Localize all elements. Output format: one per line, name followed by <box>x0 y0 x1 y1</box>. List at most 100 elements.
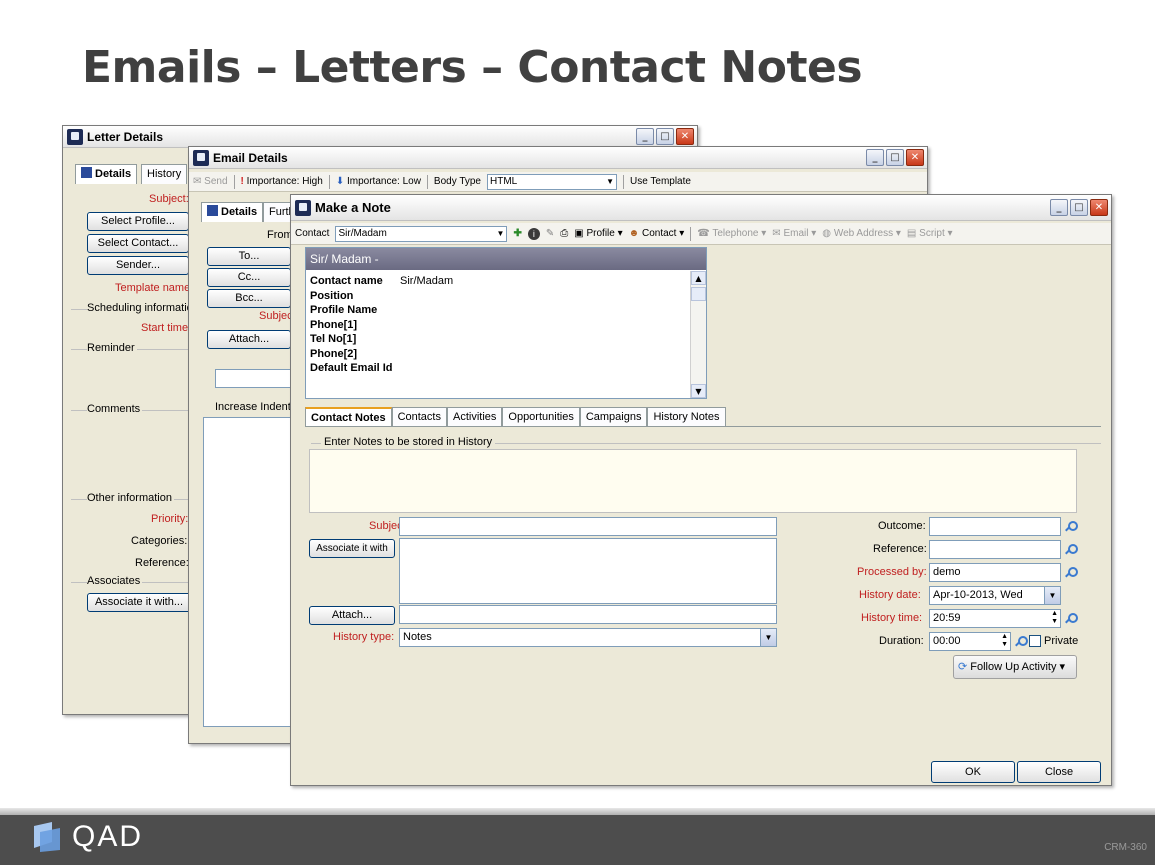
chevron-down-icon: ▼ <box>496 228 505 238</box>
make-a-note-titlebar: Make a Note _ □ ✕ <box>291 195 1111 221</box>
contact-select[interactable]: Sir/Madam ▼ <box>335 225 508 242</box>
tab-history-notes[interactable]: History Notes <box>647 407 726 427</box>
history-time-field[interactable]: 20:59 ▲ ▼ <box>929 609 1061 628</box>
duration-field[interactable]: 00:00 ▲ ▼ <box>929 632 1011 651</box>
note-attach-button[interactable]: Attach... <box>309 606 395 625</box>
maximize-button[interactable]: □ <box>656 128 674 145</box>
close-dialog-button[interactable]: Close <box>1017 761 1101 783</box>
follow-up-activity-button[interactable]: ⟳ Follow Up Activity ▾ <box>953 655 1077 679</box>
send-button[interactable]: ✉ Send <box>193 176 228 187</box>
history-type-select[interactable]: Notes ▼ <box>399 628 777 647</box>
outcome-field[interactable] <box>929 517 1061 536</box>
priority-label: Priority: <box>151 513 189 525</box>
body-type-select[interactable]: HTML ▼ <box>487 173 617 190</box>
duration-lookup-icon[interactable] <box>1015 636 1028 647</box>
letter-tab-history[interactable]: History <box>141 164 188 184</box>
email-tab-details[interactable]: Details <box>201 202 264 222</box>
cc-button[interactable]: Cc... <box>207 268 291 287</box>
letter-associate-button[interactable]: Associate it with... <box>87 593 191 612</box>
reference-field[interactable] <box>929 540 1061 559</box>
make-a-note-window: Make a Note _ □ ✕ Contact Sir/Madam ▼ ✚ i… <box>290 194 1112 786</box>
profile-menu[interactable]: ▣ Profile ▾ <box>574 228 622 239</box>
qad-logo-icon <box>30 820 64 854</box>
tab-opportunities[interactable]: Opportunities <box>502 407 580 427</box>
scroll-up-icon[interactable]: ▲ <box>691 271 706 285</box>
private-checkbox[interactable] <box>1029 635 1041 647</box>
chevron-down-icon: ▼ <box>760 629 776 646</box>
history-time-label: History time: <box>861 612 923 624</box>
outcome-lookup-icon[interactable] <box>1065 521 1078 532</box>
contact-field-row: Default Email Id <box>310 362 393 374</box>
email-body-editor[interactable] <box>203 417 291 727</box>
maximize-button[interactable]: □ <box>1070 199 1088 216</box>
letter-details-title: Letter Details <box>87 129 164 144</box>
make-a-note-title: Make a Note <box>315 200 391 215</box>
tab-panel-border <box>305 426 1101 427</box>
minimize-button[interactable]: _ <box>866 149 884 166</box>
scroll-down-icon[interactable]: ▼ <box>691 384 706 398</box>
contact-field-row: Contact name Sir/Madam <box>310 275 454 287</box>
note-tabs: Contact Notes Contacts Activities Opport… <box>305 407 726 427</box>
down-arrow-icon: ⬇ <box>335 176 345 187</box>
reference-label: Reference: <box>135 557 189 569</box>
web-address-menu[interactable]: ◍ Web Address ▾ <box>822 228 901 239</box>
select-profile-button[interactable]: Select Profile... <box>87 212 189 231</box>
contact-menu[interactable]: ☻ Contact ▾ <box>629 228 685 239</box>
close-button[interactable]: ✕ <box>676 128 694 145</box>
history-date-picker[interactable]: Apr-10-2013, Wed ▼ <box>929 586 1061 605</box>
to-button[interactable]: To... <box>207 247 291 266</box>
note-edit-icon[interactable]: ✎ <box>546 228 554 239</box>
tab-contact-notes[interactable]: Contact Notes <box>305 407 392 427</box>
ok-button[interactable]: OK <box>931 761 1015 783</box>
attach-field[interactable] <box>399 605 777 624</box>
importance-low-button[interactable]: ⬇ Importance: Low <box>336 176 421 187</box>
select-contact-button[interactable]: Select Contact... <box>87 234 189 253</box>
scheduling-label: Scheduling information <box>87 302 201 314</box>
processed-by-field[interactable]: demo <box>929 563 1061 582</box>
info-icon[interactable]: i <box>527 227 540 240</box>
history-time-lookup-icon[interactable] <box>1065 613 1078 624</box>
add-contact-icon[interactable]: ✚ <box>513 228 521 239</box>
associate-it-with-button[interactable]: Associate it with <box>309 539 395 558</box>
email-attach-button[interactable]: Attach... <box>207 330 291 349</box>
tab-activities[interactable]: Activities <box>446 407 503 427</box>
tab-contacts[interactable]: Contacts <box>391 407 447 427</box>
qad-logo: QAD <box>30 820 143 854</box>
duration-label: Duration: <box>879 635 924 647</box>
close-button[interactable]: ✕ <box>906 149 924 166</box>
minimize-button[interactable]: _ <box>1050 199 1068 216</box>
letter-tab-details[interactable]: Details <box>75 164 138 184</box>
contact-label: Contact <box>295 228 330 239</box>
email-menu[interactable]: ✉ Email ▾ <box>772 228 816 239</box>
spinner-icon[interactable]: ▲ ▼ <box>1001 633 1008 649</box>
email-subject-field[interactable] <box>215 369 295 388</box>
sender-button[interactable]: Sender... <box>87 256 189 275</box>
preview-icon[interactable]: ⎙ <box>560 228 568 239</box>
contact-field-row: Tel No[1] <box>310 333 357 345</box>
spinner-icon[interactable]: ▲ ▼ <box>1051 610 1058 626</box>
telephone-menu[interactable]: ☎ Telephone ▾ <box>697 228 766 239</box>
profile-icon: ▣ <box>574 228 584 239</box>
tab-campaigns[interactable]: Campaigns <box>579 407 648 427</box>
minimize-button[interactable]: _ <box>636 128 654 145</box>
send-icon: ✉ <box>193 176 202 187</box>
reference-lookup-icon[interactable] <box>1065 544 1078 555</box>
contact-panel-scrollbar[interactable]: ▲ ▼ <box>690 271 706 398</box>
maximize-button[interactable]: □ <box>886 149 904 166</box>
script-menu[interactable]: ▤ Script ▾ <box>907 228 953 239</box>
app-icon <box>295 199 311 216</box>
use-template-button[interactable]: Use Template <box>630 176 691 187</box>
history-date-label: History date: <box>859 589 921 601</box>
processed-by-lookup-icon[interactable] <box>1065 567 1078 578</box>
importance-high-button[interactable]: ! Importance: High <box>241 176 323 187</box>
close-button[interactable]: ✕ <box>1090 199 1108 216</box>
note-subject-field[interactable] <box>399 517 777 536</box>
bcc-button[interactable]: Bcc... <box>207 289 291 308</box>
notes-textarea[interactable] <box>309 449 1077 513</box>
notes-group-label: Enter Notes to be stored in History <box>321 436 496 448</box>
scroll-thumb[interactable] <box>691 287 706 301</box>
associate-list[interactable] <box>399 538 777 604</box>
outcome-label: Outcome: <box>878 520 926 532</box>
contact-field-row: Phone[2] <box>310 347 358 360</box>
chevron-down-icon: ▼ <box>606 176 614 186</box>
